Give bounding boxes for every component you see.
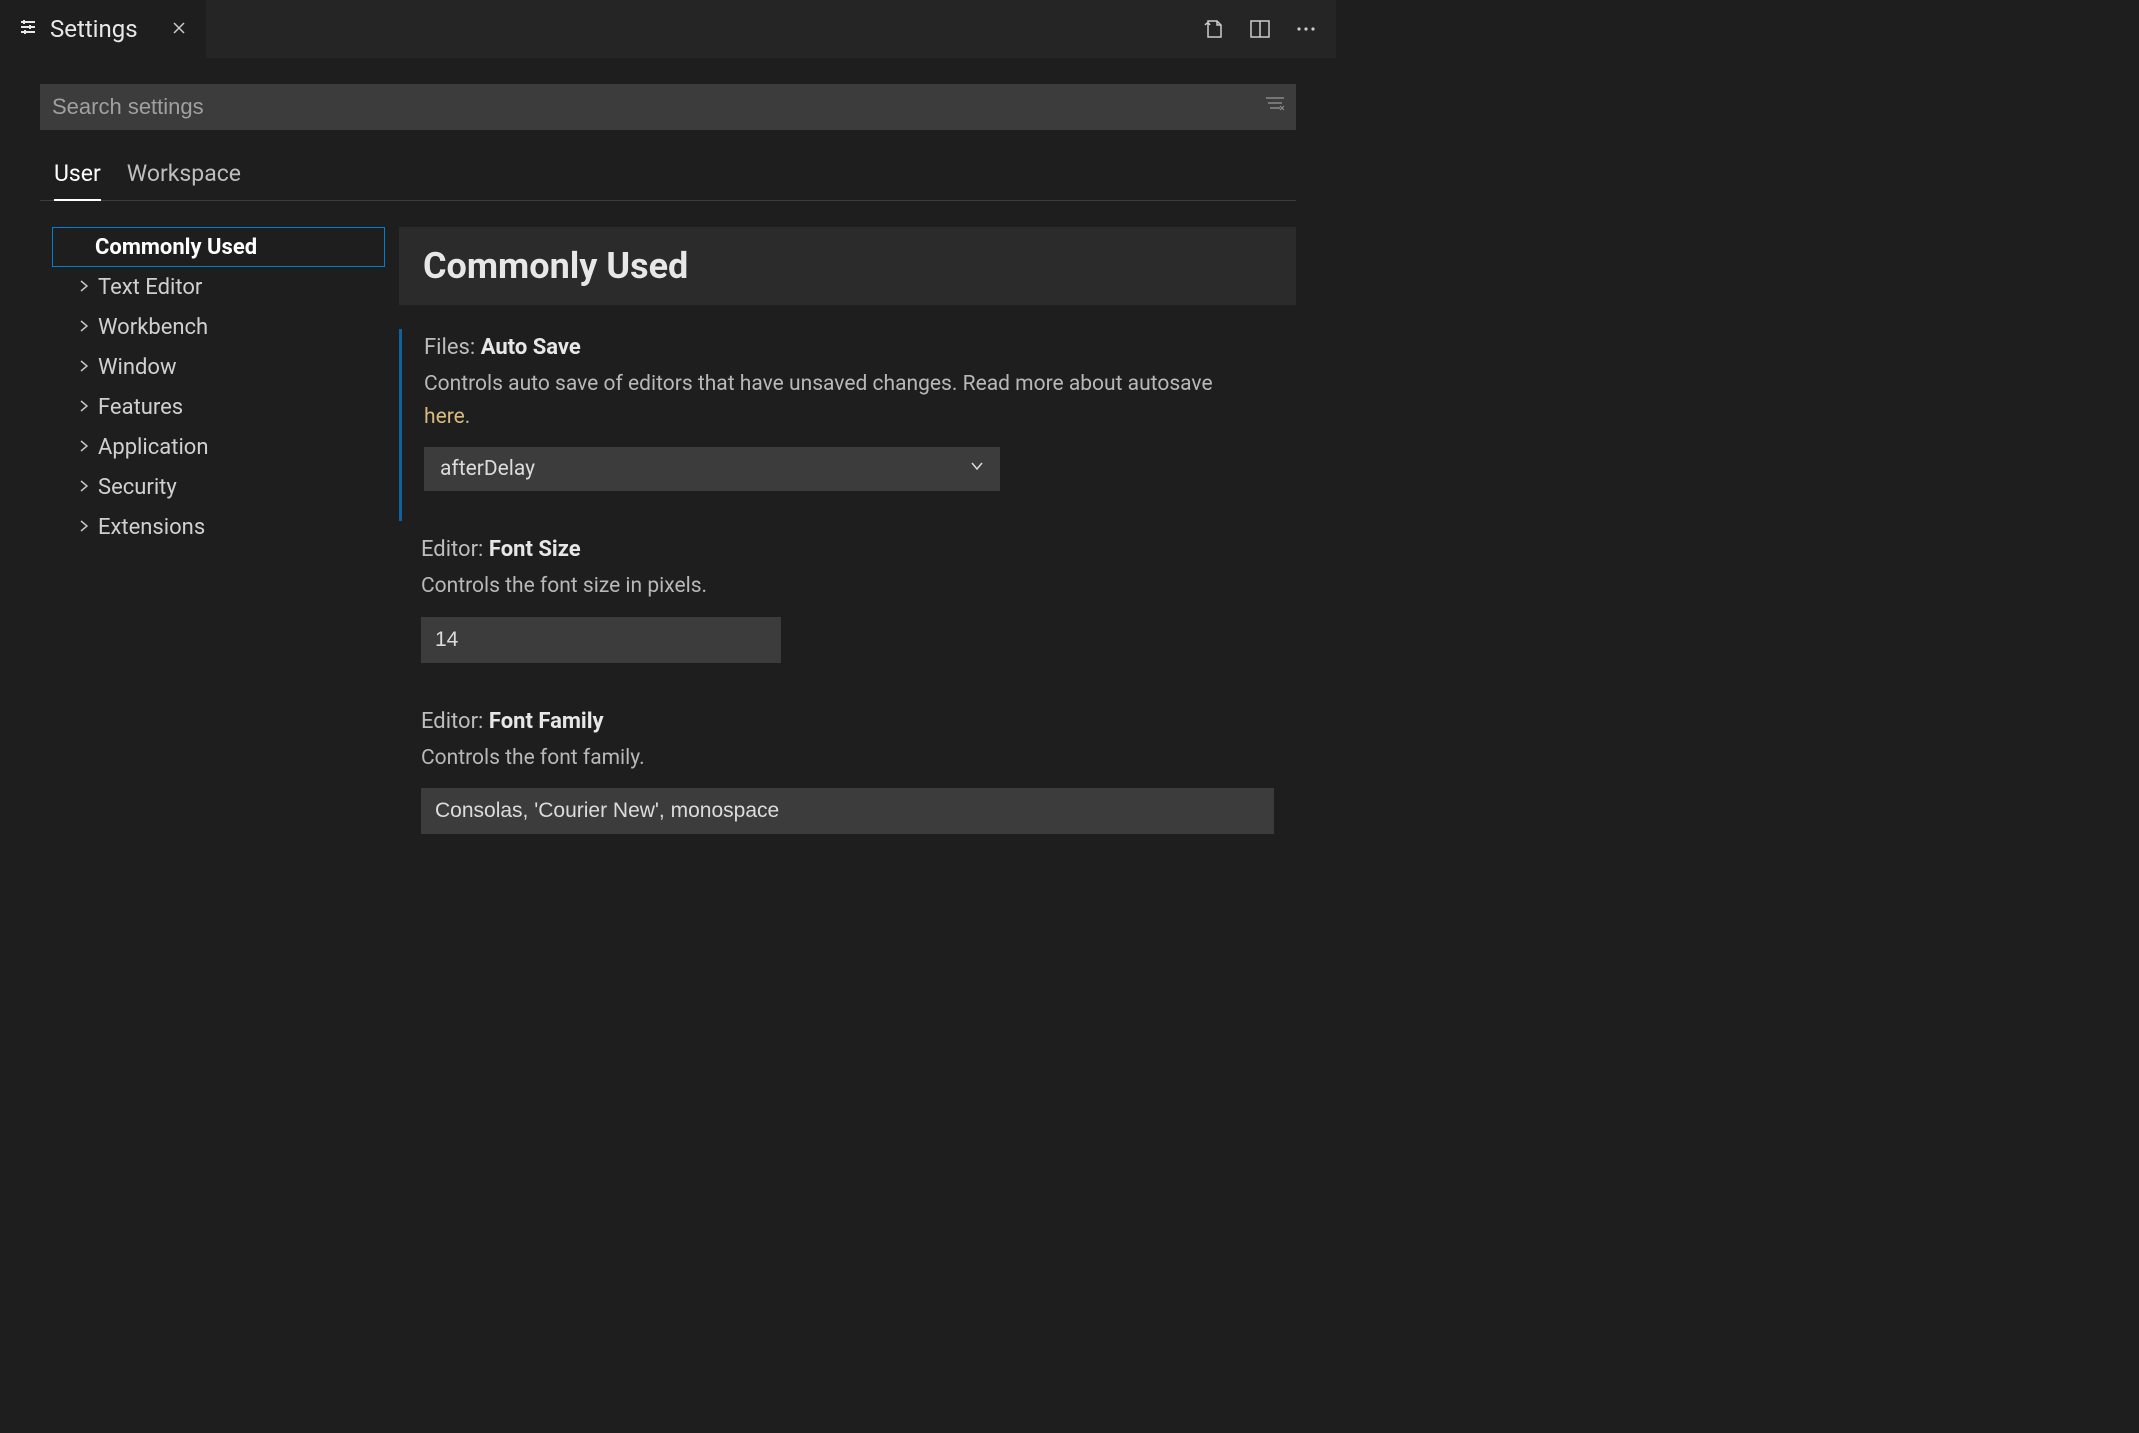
setting-description: Controls the font family. bbox=[421, 742, 1241, 775]
scope-tab-workspace[interactable]: Workspace bbox=[127, 160, 241, 200]
toc-item-label: Extensions bbox=[98, 515, 205, 540]
font-size-input[interactable] bbox=[421, 617, 781, 663]
toc-item-label: Commonly Used bbox=[95, 235, 257, 260]
toc-item-workbench[interactable]: Workbench bbox=[52, 307, 385, 347]
toc-item-label: Security bbox=[98, 475, 177, 500]
more-actions-icon[interactable] bbox=[1294, 17, 1318, 41]
tabbar-actions bbox=[1202, 17, 1336, 41]
select-value: afterDelay bbox=[440, 457, 535, 481]
setting-files-auto-save: Files: Auto Save Controls auto save of e… bbox=[399, 329, 1296, 521]
setting-description: Controls auto save of editors that have … bbox=[424, 368, 1244, 433]
toc-item-text-editor[interactable]: Text Editor bbox=[52, 267, 385, 307]
setting-editor-font-family: Editor: Font Family Controls the font fa… bbox=[399, 703, 1296, 865]
chevron-right-icon bbox=[70, 275, 98, 300]
toc-item-label: Window bbox=[98, 355, 177, 380]
settings-list: Commonly Used Files: Auto Save Controls … bbox=[385, 227, 1296, 874]
chevron-right-icon bbox=[70, 515, 98, 540]
toc-item-window[interactable]: Window bbox=[52, 347, 385, 387]
close-icon[interactable] bbox=[170, 15, 188, 43]
setting-title: Files: Auto Save bbox=[424, 335, 1274, 360]
setting-title: Editor: Font Size bbox=[421, 537, 1274, 562]
settings-search-input[interactable] bbox=[40, 84, 1296, 130]
toc-item-commonly-used[interactable]: Commonly Used bbox=[52, 227, 385, 267]
toc-item-label: Workbench bbox=[98, 315, 208, 340]
settings-toc: Commonly Used Text Editor Workbench Wind… bbox=[40, 227, 385, 874]
setting-description: Controls the font size in pixels. bbox=[421, 570, 1241, 603]
chevron-right-icon bbox=[70, 315, 98, 340]
open-settings-json-icon[interactable] bbox=[1202, 17, 1226, 41]
toc-item-application[interactable]: Application bbox=[52, 427, 385, 467]
section-heading: Commonly Used bbox=[399, 227, 1296, 305]
toc-item-label: Text Editor bbox=[98, 275, 202, 300]
filter-icon[interactable] bbox=[1264, 95, 1286, 119]
auto-save-select[interactable]: afterDelay bbox=[424, 447, 1000, 491]
settings-icon bbox=[18, 15, 38, 43]
font-family-input[interactable] bbox=[421, 788, 1274, 834]
chevron-right-icon bbox=[70, 355, 98, 380]
setting-title: Editor: Font Family bbox=[421, 709, 1274, 734]
chevron-right-icon bbox=[70, 435, 98, 460]
autosave-docs-link[interactable]: here bbox=[424, 405, 465, 429]
split-editor-icon[interactable] bbox=[1248, 17, 1272, 41]
toc-item-extensions[interactable]: Extensions bbox=[52, 507, 385, 547]
toc-item-security[interactable]: Security bbox=[52, 467, 385, 507]
toc-item-label: Application bbox=[98, 435, 208, 460]
scope-tab-user[interactable]: User bbox=[54, 160, 101, 201]
settings-scope-tabs: User Workspace bbox=[40, 160, 1296, 201]
toc-item-label: Features bbox=[98, 395, 183, 420]
tab-settings[interactable]: Settings bbox=[0, 0, 206, 58]
chevron-down-icon bbox=[968, 457, 986, 481]
chevron-right-icon bbox=[70, 395, 98, 420]
tab-title: Settings bbox=[50, 15, 138, 43]
toc-item-features[interactable]: Features bbox=[52, 387, 385, 427]
setting-editor-font-size: Editor: Font Size Controls the font size… bbox=[399, 531, 1296, 693]
editor-tabbar: Settings bbox=[0, 0, 1336, 58]
chevron-right-icon bbox=[70, 475, 98, 500]
